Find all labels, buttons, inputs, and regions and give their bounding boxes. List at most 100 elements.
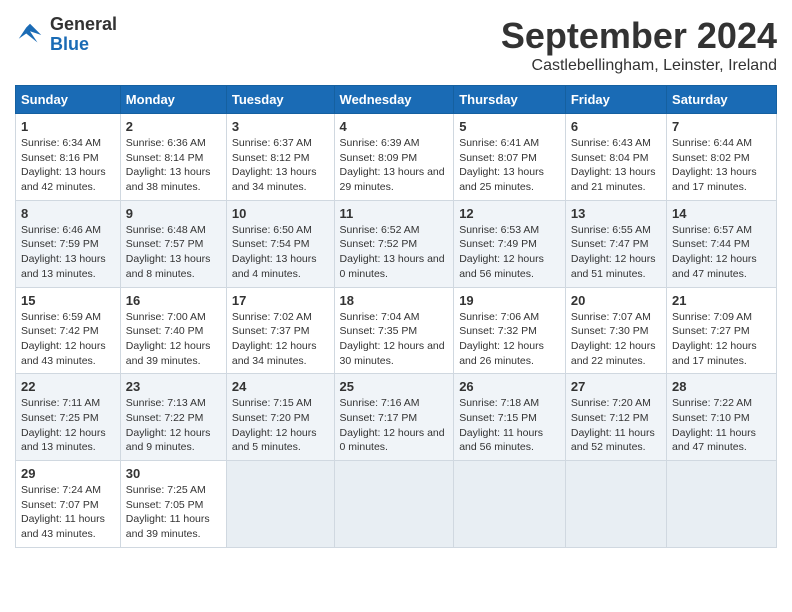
logo: General Blue [15, 15, 117, 55]
cell-3-2: 24 Sunrise: 7:15 AMSunset: 7:20 PMDayligh… [226, 374, 334, 461]
cell-0-3: 4 Sunrise: 6:39 AMSunset: 8:09 PMDaylight… [334, 114, 454, 201]
cell-3-1: 23 Sunrise: 7:13 AMSunset: 7:22 PMDayligh… [120, 374, 226, 461]
cell-0-2: 3 Sunrise: 6:37 AMSunset: 8:12 PMDaylight… [226, 114, 334, 201]
day-number: 2 [126, 119, 221, 134]
day-number: 7 [672, 119, 771, 134]
day-info: Sunrise: 7:22 AMSunset: 7:10 PMDaylight:… [672, 396, 771, 455]
calendar-body: 1Sunrise: 6:34 AMSunset: 8:16 PMDaylight… [16, 114, 777, 548]
cell-3-5: 27 Sunrise: 7:20 AMSunset: 7:12 PMDayligh… [565, 374, 666, 461]
day-info: Sunrise: 7:16 AMSunset: 7:17 PMDaylight:… [340, 396, 449, 455]
day-info: Sunrise: 7:00 AMSunset: 7:40 PMDaylight:… [126, 310, 221, 369]
day-number: 1 [21, 119, 115, 134]
day-number: 4 [340, 119, 449, 134]
day-info: Sunrise: 7:24 AMSunset: 7:07 PMDaylight:… [21, 483, 115, 542]
day-number: 13 [571, 206, 661, 221]
cell-1-5: 13 Sunrise: 6:55 AMSunset: 7:47 PMDayligh… [565, 200, 666, 287]
cell-4-4 [454, 461, 566, 548]
cell-0-1: 2 Sunrise: 6:36 AMSunset: 8:14 PMDaylight… [120, 114, 226, 201]
week-row-2: 8 Sunrise: 6:46 AMSunset: 7:59 PMDaylight… [16, 200, 777, 287]
day-info: Sunrise: 7:07 AMSunset: 7:30 PMDaylight:… [571, 310, 661, 369]
page-header: General Blue September 2024 Castlebellin… [15, 15, 777, 75]
cell-0-5: 6 Sunrise: 6:43 AMSunset: 8:04 PMDaylight… [565, 114, 666, 201]
day-info: Sunrise: 7:15 AMSunset: 7:20 PMDaylight:… [232, 396, 329, 455]
header-wednesday: Wednesday [334, 86, 454, 114]
day-number: 22 [21, 379, 115, 394]
day-info: Sunrise: 6:37 AMSunset: 8:12 PMDaylight:… [232, 136, 329, 195]
day-number: 10 [232, 206, 329, 221]
day-number: 23 [126, 379, 221, 394]
cell-1-4: 12 Sunrise: 6:53 AMSunset: 7:49 PMDayligh… [454, 200, 566, 287]
day-number: 28 [672, 379, 771, 394]
cell-4-6 [667, 461, 777, 548]
logo-text: General Blue [50, 15, 117, 55]
day-number: 18 [340, 293, 449, 308]
cell-1-6: 14 Sunrise: 6:57 AMSunset: 7:44 PMDayligh… [667, 200, 777, 287]
calendar-table: Sunday Monday Tuesday Wednesday Thursday… [15, 85, 777, 548]
location: Castlebellingham, Leinster, Ireland [501, 57, 777, 75]
day-number: 27 [571, 379, 661, 394]
day-number: 15 [21, 293, 115, 308]
cell-1-1: 9Sunrise: 6:48 AMSunset: 7:57 PMDaylight… [120, 200, 226, 287]
day-info: Sunrise: 6:48 AMSunset: 7:57 PMDaylight:… [126, 223, 221, 282]
week-row-3: 15 Sunrise: 6:59 AMSunset: 7:42 PMDayligh… [16, 287, 777, 374]
day-number: 21 [672, 293, 771, 308]
cell-0-6: 7 Sunrise: 6:44 AMSunset: 8:02 PMDaylight… [667, 114, 777, 201]
day-info: Sunrise: 6:53 AMSunset: 7:49 PMDaylight:… [459, 223, 560, 282]
day-info: Sunrise: 6:50 AMSunset: 7:54 PMDaylight:… [232, 223, 329, 282]
cell-2-4: 19Sunrise: 7:06 AMSunset: 7:32 PMDayligh… [454, 287, 566, 374]
cell-2-1: 16 Sunrise: 7:00 AMSunset: 7:40 PMDayligh… [120, 287, 226, 374]
cell-3-3: 25Sunrise: 7:16 AMSunset: 7:17 PMDayligh… [334, 374, 454, 461]
day-info: Sunrise: 6:39 AMSunset: 8:09 PMDaylight:… [340, 136, 449, 195]
logo-general: General [50, 15, 117, 35]
day-number: 12 [459, 206, 560, 221]
day-number: 20 [571, 293, 661, 308]
day-number: 24 [232, 379, 329, 394]
cell-3-6: 28 Sunrise: 7:22 AMSunset: 7:10 PMDayligh… [667, 374, 777, 461]
cell-3-0: 22 Sunrise: 7:11 AMSunset: 7:25 PMDayligh… [16, 374, 121, 461]
day-info: Sunrise: 6:43 AMSunset: 8:04 PMDaylight:… [571, 136, 661, 195]
day-number: 29 [21, 466, 115, 481]
cell-2-2: 17Sunrise: 7:02 AMSunset: 7:37 PMDayligh… [226, 287, 334, 374]
week-row-4: 22 Sunrise: 7:11 AMSunset: 7:25 PMDayligh… [16, 374, 777, 461]
cell-4-0: 29 Sunrise: 7:24 AMSunset: 7:07 PMDayligh… [16, 461, 121, 548]
header-saturday: Saturday [667, 86, 777, 114]
day-info: Sunrise: 6:59 AMSunset: 7:42 PMDaylight:… [21, 310, 115, 369]
cell-1-3: 11 Sunrise: 6:52 AMSunset: 7:52 PMDayligh… [334, 200, 454, 287]
day-info: Sunrise: 6:41 AMSunset: 8:07 PMDaylight:… [459, 136, 560, 195]
day-number: 6 [571, 119, 661, 134]
cell-1-2: 10 Sunrise: 6:50 AMSunset: 7:54 PMDayligh… [226, 200, 334, 287]
cell-0-0: 1Sunrise: 6:34 AMSunset: 8:16 PMDaylight… [16, 114, 121, 201]
day-number: 16 [126, 293, 221, 308]
day-number: 14 [672, 206, 771, 221]
day-info: Sunrise: 7:06 AMSunset: 7:32 PMDaylight:… [459, 310, 560, 369]
day-number: 30 [126, 466, 221, 481]
logo-blue: Blue [50, 35, 117, 55]
day-number: 3 [232, 119, 329, 134]
cell-2-3: 18 Sunrise: 7:04 AMSunset: 7:35 PMDayligh… [334, 287, 454, 374]
cell-2-5: 20 Sunrise: 7:07 AMSunset: 7:30 PMDayligh… [565, 287, 666, 374]
cell-0-4: 5Sunrise: 6:41 AMSunset: 8:07 PMDaylight… [454, 114, 566, 201]
cell-4-2 [226, 461, 334, 548]
day-info: Sunrise: 6:57 AMSunset: 7:44 PMDaylight:… [672, 223, 771, 282]
day-info: Sunrise: 6:52 AMSunset: 7:52 PMDaylight:… [340, 223, 449, 282]
week-row-5: 29 Sunrise: 7:24 AMSunset: 7:07 PMDayligh… [16, 461, 777, 548]
day-info: Sunrise: 7:04 AMSunset: 7:35 PMDaylight:… [340, 310, 449, 369]
header-tuesday: Tuesday [226, 86, 334, 114]
day-info: Sunrise: 6:36 AMSunset: 8:14 PMDaylight:… [126, 136, 221, 195]
day-info: Sunrise: 6:55 AMSunset: 7:47 PMDaylight:… [571, 223, 661, 282]
day-info: Sunrise: 7:11 AMSunset: 7:25 PMDaylight:… [21, 396, 115, 455]
day-info: Sunrise: 6:46 AMSunset: 7:59 PMDaylight:… [21, 223, 115, 282]
day-number: 8 [21, 206, 115, 221]
cell-4-1: 30Sunrise: 7:25 AMSunset: 7:05 PMDayligh… [120, 461, 226, 548]
title-block: September 2024 Castlebellingham, Leinste… [501, 15, 777, 75]
day-info: Sunrise: 7:13 AMSunset: 7:22 PMDaylight:… [126, 396, 221, 455]
header-sunday: Sunday [16, 86, 121, 114]
cell-4-3 [334, 461, 454, 548]
header-monday: Monday [120, 86, 226, 114]
day-info: Sunrise: 7:20 AMSunset: 7:12 PMDaylight:… [571, 396, 661, 455]
cell-3-4: 26 Sunrise: 7:18 AMSunset: 7:15 PMDayligh… [454, 374, 566, 461]
day-number: 26 [459, 379, 560, 394]
day-number: 11 [340, 206, 449, 221]
day-info: Sunrise: 7:18 AMSunset: 7:15 PMDaylight:… [459, 396, 560, 455]
day-info: Sunrise: 6:44 AMSunset: 8:02 PMDaylight:… [672, 136, 771, 195]
